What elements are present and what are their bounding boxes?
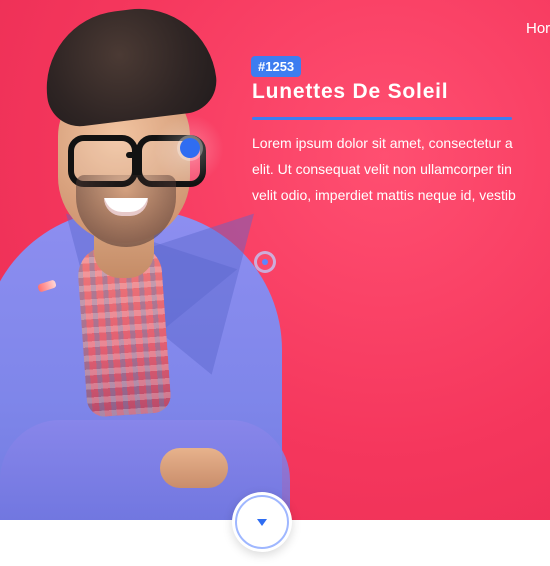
- scroll-down-button[interactable]: [232, 492, 292, 552]
- description-line-3: velit odio, imperdiet mattis neque id, v…: [252, 187, 516, 203]
- title-underline: [252, 117, 512, 120]
- hotspot-glasses[interactable]: [180, 138, 200, 158]
- product-title: Lunettes De Soleil: [252, 80, 449, 103]
- glasses-bridge: [126, 152, 142, 158]
- hotspot-jacket[interactable]: [254, 251, 276, 273]
- scroll-down-button-ring: [235, 495, 289, 549]
- product-id-badge: #1253: [251, 56, 302, 77]
- hero-section: Hor #1253 Lunettes De Soleil Lorem ipsum…: [0, 0, 550, 520]
- chevron-down-icon: [257, 519, 267, 526]
- description-line-2: elit. Ut consequat velit non ullamcorper…: [252, 161, 512, 177]
- nav-home-link[interactable]: Hor: [526, 20, 550, 37]
- hand: [160, 448, 228, 488]
- hair: [37, 0, 221, 130]
- description-line-1: Lorem ipsum dolor sit amet, consectetur …: [252, 135, 513, 151]
- product-description: Lorem ipsum dolor sit amet, consectetur …: [252, 130, 550, 208]
